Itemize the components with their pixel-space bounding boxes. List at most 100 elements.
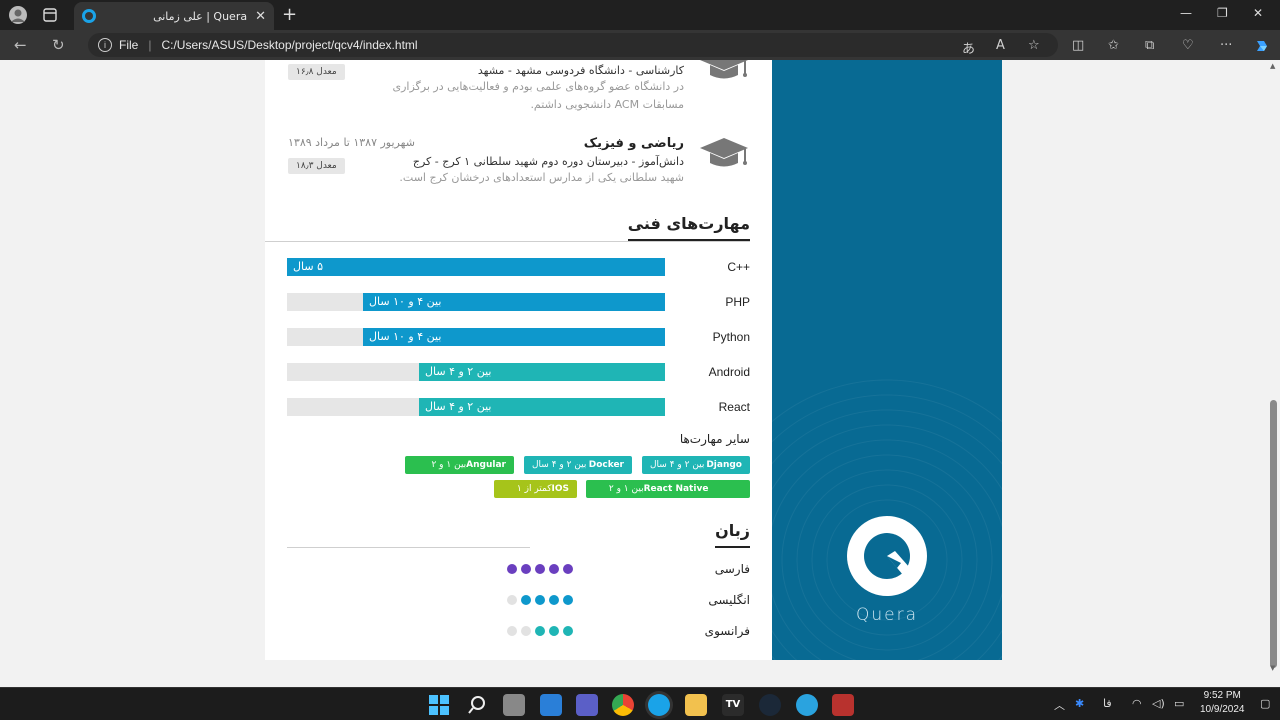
skill-tag: بین ۲ و ۴ سال Docker: [524, 456, 632, 474]
minimize-icon[interactable]: —: [1180, 6, 1192, 20]
browser-tab-bar: علی زمانی | Quera ✕ + — ❐ ✕: [0, 0, 1280, 30]
level-dot-filled: [521, 595, 531, 605]
volume-icon[interactable]: ◁): [1152, 697, 1165, 710]
skill-tag-name: React Native Android: [643, 484, 709, 512]
language-row: انگلیسی: [507, 593, 750, 607]
tab-active[interactable]: علی زمانی | Quera ✕: [74, 2, 274, 30]
edge-icon[interactable]: [648, 694, 670, 716]
language-row: فارسی: [507, 562, 750, 576]
skill-tag-level: بین ۱ و ۲ سال: [431, 460, 467, 488]
tradingview-icon[interactable]: TV: [722, 694, 744, 716]
skill-bar-track: بین ۲ و ۴ سال: [287, 363, 665, 381]
input-language[interactable]: فا: [1103, 697, 1112, 710]
site-info-icon[interactable]: i: [98, 38, 112, 52]
steam-icon[interactable]: [759, 694, 781, 716]
skill-row: بین ۴ و ۱۰ سال PHP: [287, 293, 750, 311]
copilot-icon[interactable]: [1254, 38, 1270, 58]
chrome-icon[interactable]: [612, 694, 634, 716]
education-description: در دانشگاه عضو گروه‌های علمی بودم و فعال…: [392, 80, 684, 111]
level-dot-filled: [507, 564, 517, 574]
tray-overflow-icon[interactable]: ︿: [1054, 697, 1065, 713]
battery-icon[interactable]: ▭: [1174, 697, 1184, 710]
quera-logo-icon: [847, 516, 927, 596]
skill-bar-fill: بین ۴ و ۱۰ سال: [363, 293, 665, 311]
skill-bar-track: بین ۴ و ۱۰ سال: [287, 328, 665, 346]
translate-icon[interactable]: あ: [962, 38, 975, 57]
teams-icon[interactable]: [576, 694, 598, 716]
level-dot-filled: [521, 564, 531, 574]
skill-bar-fill: بین ۲ و ۴ سال: [419, 398, 665, 416]
favorite-star-icon[interactable]: ☆: [1028, 38, 1040, 53]
skill-row: بین ۴ و ۱۰ سال Python: [287, 328, 750, 346]
education-subtitle: کارشناسی - دانشگاه فردوسی مشهد - مشهد: [477, 64, 684, 77]
url-path: C:/Users/ASUS/Desktop/project/qcv4/index…: [161, 38, 418, 52]
language-name: فارسی: [714, 562, 750, 576]
skill-tag-level: کمتر از ۱ سال: [516, 484, 552, 512]
widgets-icon[interactable]: [540, 694, 562, 716]
new-tab-button[interactable]: +: [282, 4, 297, 25]
education-description: شهید سلطانی یکی از مدارس استعدادهای درخش…: [399, 171, 684, 184]
languages-heading: زبان: [715, 521, 750, 548]
task-view-icon[interactable]: [503, 694, 525, 716]
maximize-icon[interactable]: ❐: [1217, 6, 1228, 20]
split-screen-icon[interactable]: ◫: [1072, 38, 1084, 53]
more-options-icon[interactable]: ···: [1220, 38, 1232, 53]
level-dot-filled: [535, 595, 545, 605]
url-separator: |: [148, 38, 152, 52]
file-explorer-icon[interactable]: [685, 694, 707, 716]
url-scheme: File: [119, 38, 139, 52]
language-row: فرانسوی: [507, 624, 750, 638]
read-aloud-icon[interactable]: A: [996, 38, 1005, 53]
gpa-badge: معدل ۱۶٫۸: [288, 64, 345, 80]
education-subtitle: دانش‌آموز - دبیرستان دوره دوم شهید سلطان…: [412, 155, 684, 168]
level-dot-filled: [535, 626, 545, 636]
collections-icon[interactable]: ⧉: [1145, 38, 1154, 53]
level-dot-filled: [563, 626, 573, 636]
level-dot-filled: [549, 564, 559, 574]
level-dot-empty: [521, 626, 531, 636]
page-scrollbar[interactable]: ▲ ▼: [1268, 60, 1280, 687]
skill-tag: کمتر از ۱ سال IOS: [494, 480, 577, 512]
address-toolbar: ← ↻ i File | C:/Users/ASUS/Desktop/proje…: [0, 30, 1280, 60]
language-name: فرانسوی: [704, 624, 750, 638]
telegram-icon[interactable]: [796, 694, 818, 716]
page-viewport: کارشناسی - دانشگاه فردوسی مشهد - مشهد در…: [0, 60, 1268, 687]
scrollbar-thumb[interactable]: [1270, 400, 1277, 668]
notifications-icon[interactable]: ▢: [1260, 697, 1270, 710]
window-close-icon[interactable]: ✕: [1253, 6, 1263, 20]
quera-favicon-icon: [82, 9, 96, 23]
scroll-up-icon[interactable]: ▲: [1270, 62, 1275, 70]
skill-name: PHP: [725, 295, 750, 309]
level-dot-filled: [535, 564, 545, 574]
skill-row: ۵ سال C++: [287, 258, 750, 276]
education-details: ریاضی و فیزیک دانش‌آموز - دبیرستان دوره …: [288, 136, 684, 187]
browser-essentials-icon[interactable]: ♡: [1182, 38, 1194, 53]
clock-time: 9:52 PM: [1203, 690, 1241, 701]
skill-tag: بین ۱ و ۲ سال Angular: [405, 456, 514, 488]
favorites-icon[interactable]: ✩: [1108, 38, 1119, 53]
back-icon[interactable]: ←: [14, 36, 27, 54]
skill-bar-track: بین ۴ و ۱۰ سال: [287, 293, 665, 311]
skill-row: بین ۲ و ۴ سال React: [287, 398, 750, 416]
refresh-icon[interactable]: ↻: [52, 36, 65, 54]
skill-duration-label: بین ۴ و ۱۰ سال: [369, 295, 442, 308]
scroll-down-icon[interactable]: ▼: [1270, 664, 1275, 672]
system-clock[interactable]: 9:52 PM 10/9/2024: [1200, 689, 1245, 717]
graduation-cap-icon: [700, 60, 748, 79]
skill-name: Python: [712, 330, 750, 344]
start-icon[interactable]: [428, 694, 450, 716]
search-icon[interactable]: [466, 694, 488, 716]
tab-title: علی زمانی | Quera: [153, 9, 248, 23]
wifi-icon[interactable]: ◠: [1132, 697, 1142, 710]
profile-icon[interactable]: [8, 5, 28, 25]
bluetooth-icon[interactable]: ✱: [1075, 697, 1084, 710]
winrar-icon[interactable]: [832, 694, 854, 716]
address-input[interactable]: i File | C:/Users/ASUS/Desktop/project/q…: [88, 33, 1058, 57]
tab-close-icon[interactable]: ✕: [255, 9, 266, 24]
resume-main-column: کارشناسی - دانشگاه فردوسی مشهد - مشهد در…: [265, 60, 772, 660]
education-entry: ریاضی و فیزیک دانش‌آموز - دبیرستان دوره …: [288, 136, 750, 196]
tab-actions-icon[interactable]: [40, 5, 60, 25]
language-name: انگلیسی: [708, 593, 750, 607]
level-dot-empty: [507, 626, 517, 636]
level-dot-filled: [549, 626, 559, 636]
